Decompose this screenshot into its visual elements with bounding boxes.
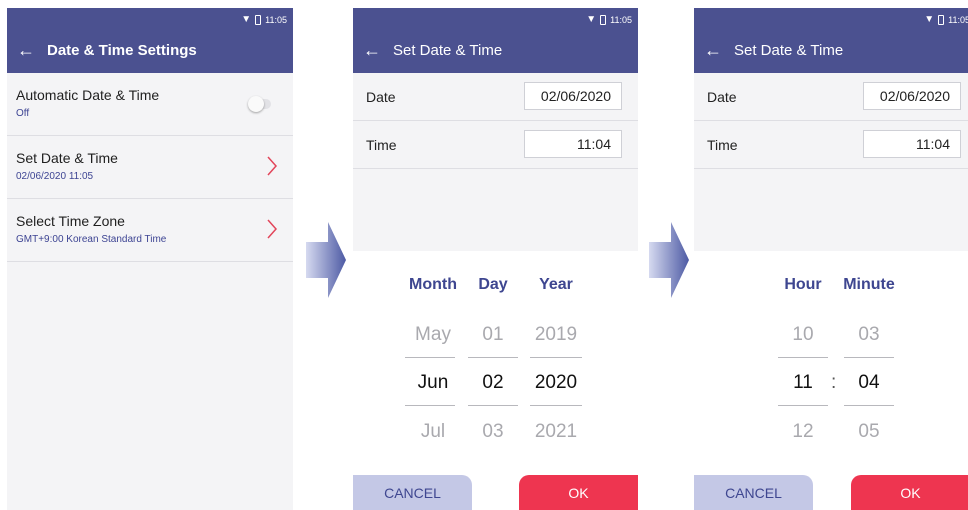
day-header: Day [478,276,508,293]
day-next[interactable]: 03 [468,421,518,443]
day-prev[interactable]: 01 [468,324,518,346]
status-time: 11:05 [610,14,632,25]
status-time: 11:05 [265,14,287,25]
time-row: Time 11:04 [694,121,968,169]
status-time: 11:05 [948,14,968,25]
screen-set-time: ▼ 11:05 ← Set Date & Time Date 02/06/202… [694,8,968,510]
automatic-date-time-toggle[interactable] [248,96,271,112]
date-field[interactable]: 02/06/2020 [524,82,622,110]
time-field[interactable]: 11:04 [863,130,961,158]
automatic-date-time-label: Automatic Date & Time [16,87,160,103]
time-separator: : [831,372,837,393]
time-field[interactable]: 11:04 [524,130,622,158]
app-bar: ▼ 11:05 ← Set Date & Time [353,8,638,73]
date-field[interactable]: 02/06/2020 [863,82,961,110]
wifi-icon: ▼ [586,14,597,25]
date-row: Date 02/06/2020 [353,73,638,121]
hour-next[interactable]: 12 [778,421,828,443]
minute-next[interactable]: 05 [842,421,896,443]
wifi-icon: ▼ [241,14,252,25]
ok-button[interactable]: OK [519,475,638,510]
date-picker-dialog: Month May Jun Jul Day 01 02 03 Year 2019… [353,251,638,510]
day-selected[interactable]: 02 [468,372,518,394]
select-time-zone-row[interactable]: Select Time Zone GMT+9:00 Korean Standar… [7,199,293,262]
page-title: Set Date & Time [734,41,844,59]
date-label: Date [707,89,737,105]
set-date-time-label: Set Date & Time [16,150,118,166]
year-header: Year [539,276,573,293]
hour-selected[interactable]: 11 [778,372,828,394]
year-prev[interactable]: 2019 [528,324,584,346]
month-header: Month [409,276,457,293]
status-bar: ▼ 11:05 [924,14,968,25]
back-arrow-icon[interactable]: ← [704,41,722,59]
hour-header: Hour [784,276,822,293]
app-bar: ▼ 11:05 ← Date & Time Settings [7,8,293,73]
wifi-icon: ▼ [924,14,935,25]
minute-prev[interactable]: 03 [842,324,896,346]
time-picker-dialog: Hour 10 11 12 : Minute 03 04 05 CANCEL O… [694,251,968,510]
date-label: Date [366,89,396,105]
flow-arrow-icon [649,222,689,298]
select-time-zone-label: Select Time Zone [16,213,125,229]
time-label: Time [366,137,397,153]
screen-set-date: ▼ 11:05 ← Set Date & Time Date 02/06/202… [353,8,638,510]
status-bar: ▼ 11:05 [586,14,632,25]
set-date-time-value: 02/06/2020 11:05 [16,171,94,182]
time-row: Time 11:04 [353,121,638,169]
month-selected[interactable]: Jun [403,372,463,394]
page-title: Set Date & Time [393,41,503,59]
chevron-right-icon [267,156,278,176]
battery-icon [255,14,262,25]
chevron-right-icon [267,219,278,239]
back-arrow-icon[interactable]: ← [363,41,381,59]
year-selected[interactable]: 2020 [528,372,584,394]
app-bar: ▼ 11:05 ← Set Date & Time [694,8,968,73]
date-row: Date 02/06/2020 [694,73,968,121]
screen-date-time-settings: ▼ 11:05 ← Date & Time Settings Automatic… [7,8,293,510]
page-title: Date & Time Settings [47,41,197,59]
year-next[interactable]: 2021 [528,421,584,443]
automatic-date-time-status: Off [16,108,30,119]
automatic-date-time-row[interactable]: Automatic Date & Time Off [7,73,293,136]
month-next[interactable]: Jul [403,421,463,443]
ok-button[interactable]: OK [851,475,968,510]
minute-header: Minute [843,276,895,293]
minute-selected[interactable]: 04 [842,372,896,394]
flow-arrow-icon [306,222,346,298]
battery-icon [938,14,945,25]
time-zone-value: GMT+9:00 Korean Standard Time [16,234,167,245]
cancel-button[interactable]: CANCEL [353,475,472,510]
battery-icon [600,14,607,25]
hour-prev[interactable]: 10 [778,324,828,346]
back-arrow-icon[interactable]: ← [17,41,35,59]
time-label: Time [707,137,738,153]
set-date-time-row[interactable]: Set Date & Time 02/06/2020 11:05 [7,136,293,199]
month-prev[interactable]: May [403,324,463,346]
status-bar: ▼ 11:05 [241,14,287,25]
cancel-button[interactable]: CANCEL [694,475,813,510]
